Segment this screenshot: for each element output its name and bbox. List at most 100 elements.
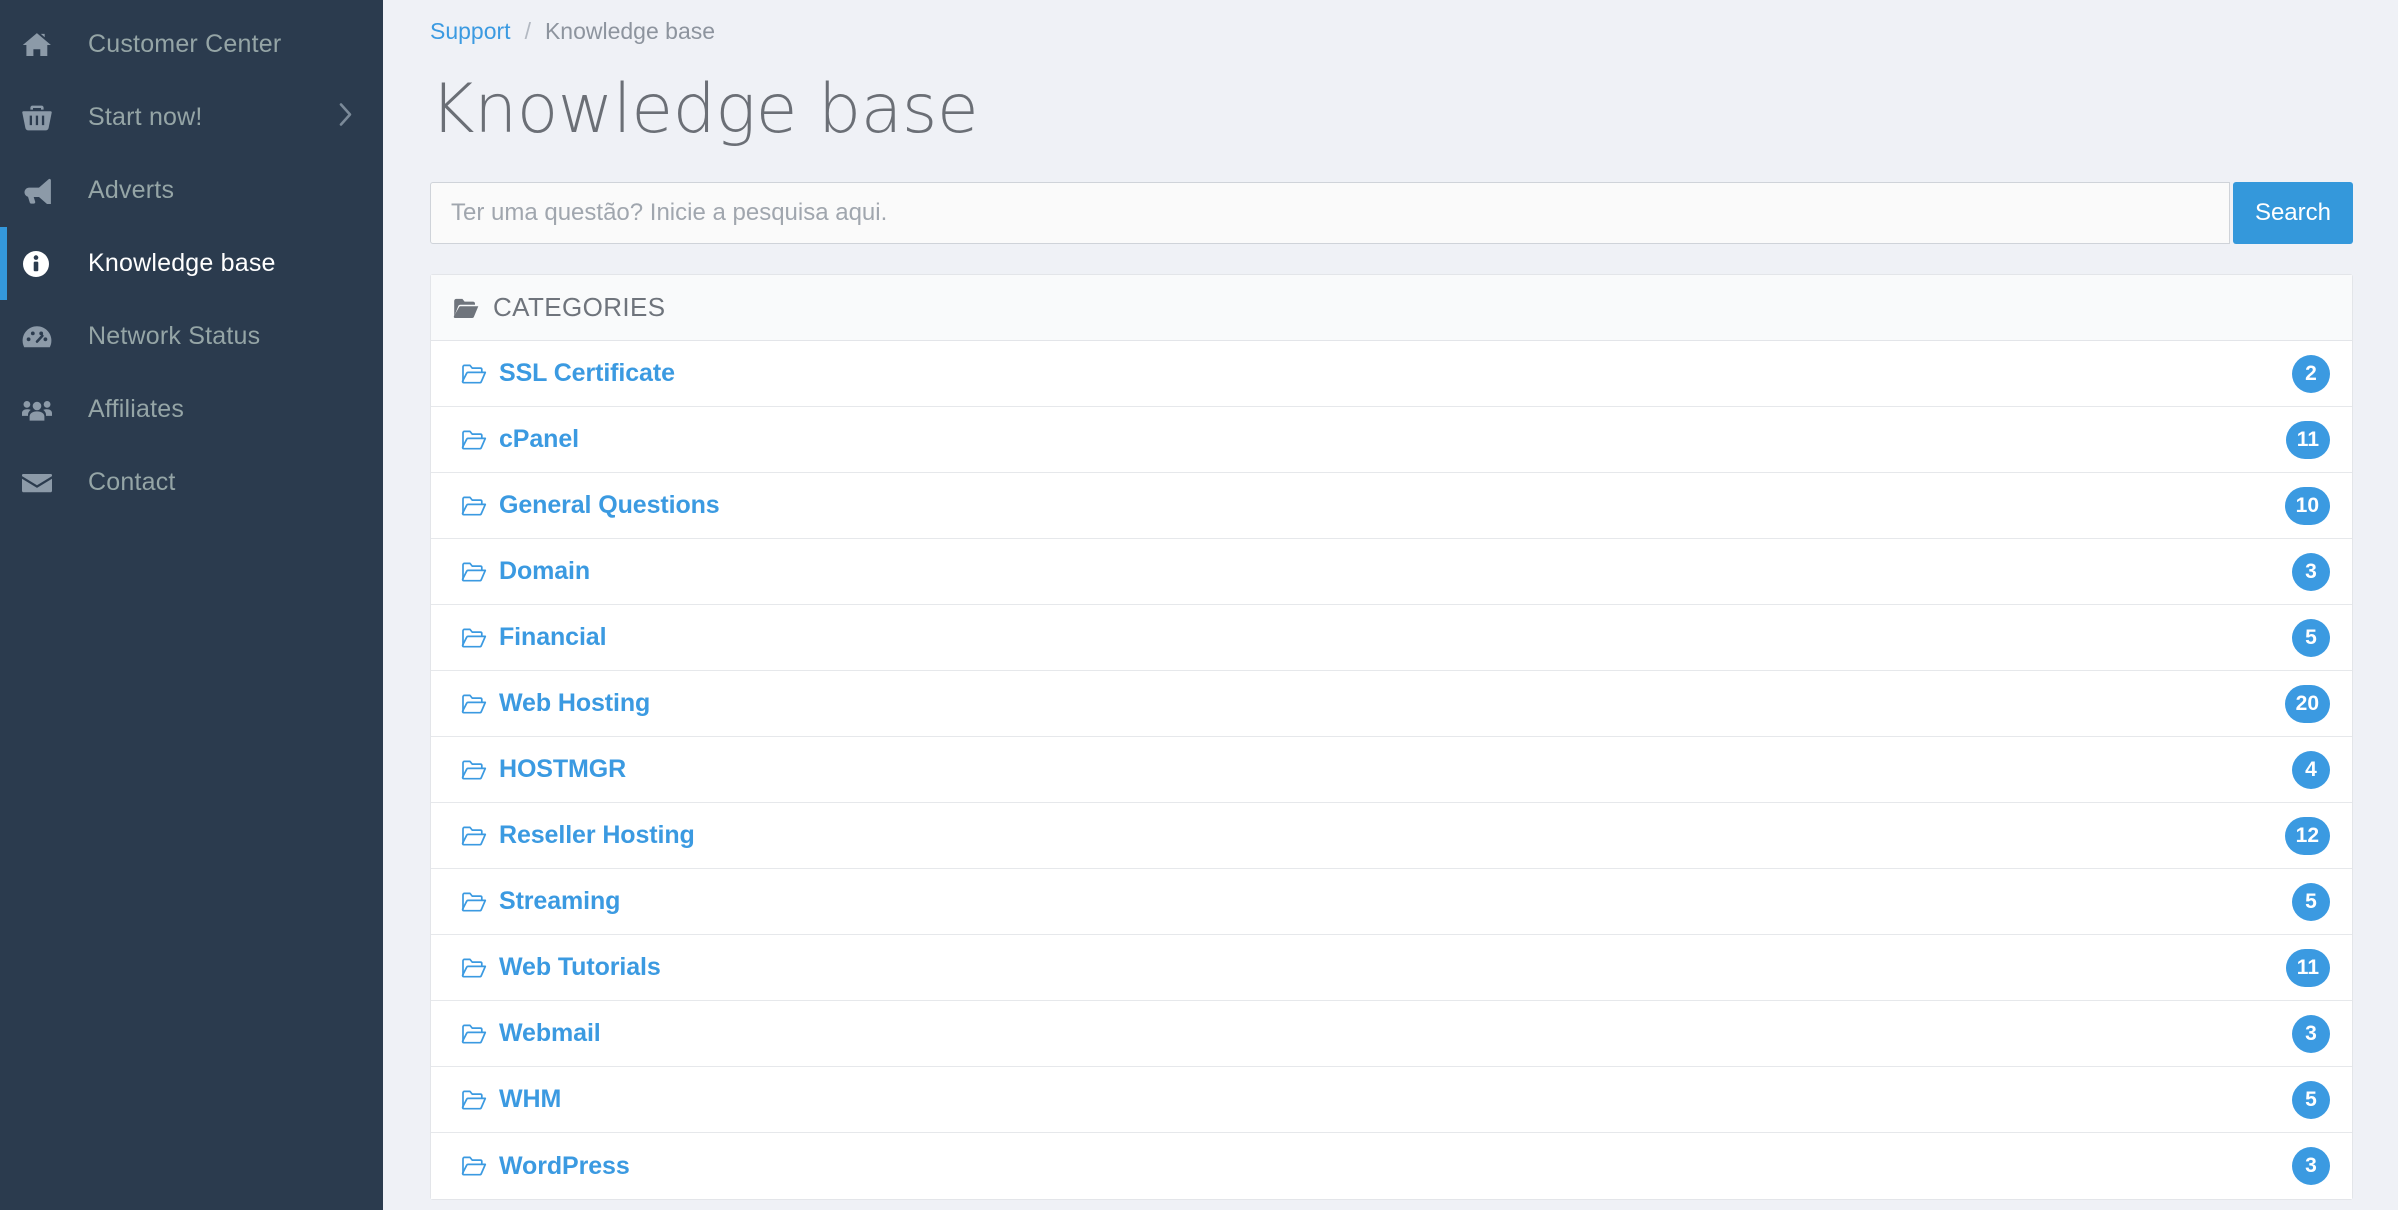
breadcrumb-current: Knowledge base (544, 18, 716, 44)
category-count-badge: 10 (2284, 486, 2330, 525)
sidebar-item-label: Adverts (88, 176, 175, 204)
category-name: cPanel (499, 425, 580, 453)
sidebar-item-label: Network Status (88, 322, 261, 350)
category-count-badge: 3 (2292, 552, 2330, 591)
category-row[interactable]: General Questions 10 (431, 473, 2352, 539)
category-row[interactable]: Reseller Hosting 12 (431, 803, 2352, 869)
category-link[interactable]: Streaming (461, 887, 2292, 916)
folder-icon (453, 297, 479, 319)
sidebar: Customer Center Start now! Adverts Knowledg… (0, 0, 383, 1210)
category-name: Web Tutorials (499, 953, 661, 981)
sidebar-item-adverts[interactable]: Adverts (0, 154, 383, 227)
search-input[interactable] (430, 182, 2230, 244)
category-count-badge: 4 (2292, 750, 2330, 789)
page-title: Knowledge base (430, 70, 979, 149)
category-count-badge: 3 (2292, 1014, 2330, 1053)
folder-open-icon (461, 561, 487, 583)
category-name: Web Hosting (499, 689, 651, 717)
category-row[interactable]: Webmail 3 (431, 1001, 2352, 1067)
category-row[interactable]: WordPress 3 (431, 1133, 2352, 1199)
categories-panel-title: CATEGORIES (493, 292, 666, 322)
category-row[interactable]: Domain 3 (431, 539, 2352, 605)
category-name: Webmail (499, 1019, 601, 1047)
category-name: Domain (499, 557, 591, 585)
folder-open-icon (461, 1089, 487, 1111)
category-count-badge: 12 (2284, 816, 2330, 855)
users-icon (22, 398, 70, 422)
category-name: Financial (499, 623, 607, 651)
folder-open-icon (461, 495, 487, 517)
category-row[interactable]: cPanel 11 (431, 407, 2352, 473)
category-row[interactable]: WHM 5 (431, 1067, 2352, 1133)
category-link[interactable]: WHM (461, 1085, 2292, 1114)
category-link[interactable]: WordPress (461, 1152, 2292, 1181)
sidebar-item-label: Customer Center (88, 30, 282, 58)
category-row[interactable]: SSL Certificate 2 (431, 341, 2352, 407)
category-link[interactable]: HOSTMGR (461, 755, 2292, 784)
category-link[interactable]: General Questions (461, 491, 2285, 520)
sidebar-item-label: Contact (88, 468, 176, 496)
folder-open-icon (461, 1155, 487, 1177)
category-name: SSL Certificate (499, 359, 675, 387)
categories-panel-header: CATEGORIES (431, 275, 2352, 341)
breadcrumb-separator: / (524, 18, 531, 44)
category-count-badge: 5 (2292, 618, 2330, 657)
main-content: Support / Knowledge base Knowledge base … (383, 0, 2398, 1210)
sidebar-item-customer-center[interactable]: Customer Center (0, 8, 383, 81)
category-link[interactable]: Domain (461, 557, 2292, 586)
category-row[interactable]: Web Hosting 20 (431, 671, 2352, 737)
sidebar-item-network-status[interactable]: Network Status (0, 300, 383, 373)
folder-open-icon (461, 891, 487, 913)
sidebar-item-label: Affiliates (88, 395, 185, 423)
category-name: Reseller Hosting (499, 821, 695, 849)
category-row[interactable]: Web Tutorials 11 (431, 935, 2352, 1001)
category-name: WordPress (499, 1151, 630, 1180)
category-name: WHM (499, 1085, 562, 1113)
category-count-badge: 11 (2285, 948, 2330, 987)
basket-icon (22, 104, 70, 132)
categories-panel: CATEGORIES SSL Certificate 2 cPanel 11 Gener… (430, 274, 2353, 1200)
category-link[interactable]: Reseller Hosting (461, 821, 2285, 850)
category-link[interactable]: Web Hosting (461, 689, 2285, 718)
search-button[interactable]: Search (2232, 182, 2353, 244)
category-count-badge: 3 (2292, 1147, 2330, 1185)
sidebar-item-knowledge-base[interactable]: Knowledge base (0, 227, 383, 300)
sidebar-item-label: Knowledge base (88, 249, 276, 277)
category-row[interactable]: HOSTMGR 4 (431, 737, 2352, 803)
bullhorn-icon (22, 178, 70, 204)
category-count-badge: 11 (2285, 420, 2330, 459)
category-row[interactable]: Financial 5 (431, 605, 2352, 671)
sidebar-item-label: Start now! (88, 103, 203, 131)
folder-open-icon (461, 693, 487, 715)
category-link[interactable]: SSL Certificate (461, 359, 2292, 388)
category-name: General Questions (499, 491, 720, 519)
dashboard-icon (22, 324, 70, 350)
sidebar-item-contact[interactable]: Contact (0, 446, 383, 519)
folder-open-icon (461, 1023, 487, 1045)
folder-open-icon (461, 759, 487, 781)
folder-open-icon (461, 825, 487, 847)
category-row[interactable]: Streaming 5 (431, 869, 2352, 935)
sidebar-item-affiliates[interactable]: Affiliates (0, 373, 383, 446)
category-link[interactable]: cPanel (461, 425, 2286, 454)
category-count-badge: 5 (2292, 1080, 2330, 1119)
search-bar: Search (408, 182, 2353, 244)
folder-open-icon (461, 429, 487, 451)
folder-open-icon (461, 627, 487, 649)
category-link[interactable]: Financial (461, 623, 2292, 652)
folder-open-icon (461, 363, 487, 385)
app-root: Customer Center Start now! Adverts Knowledg… (0, 0, 2398, 1210)
category-link[interactable]: Web Tutorials (461, 953, 2286, 982)
home-icon (22, 31, 70, 58)
info-circle-icon (22, 250, 70, 278)
category-name: HOSTMGR (499, 755, 627, 783)
category-count-badge: 5 (2292, 882, 2330, 921)
categories-list: SSL Certificate 2 cPanel 11 General Question… (431, 341, 2352, 1199)
sidebar-item-start-now[interactable]: Start now! (0, 81, 383, 154)
category-link[interactable]: Webmail (461, 1019, 2292, 1048)
category-count-badge: 20 (2284, 684, 2330, 723)
folder-open-icon (461, 957, 487, 979)
breadcrumb-link-support[interactable]: Support (430, 18, 511, 45)
category-name: Streaming (499, 887, 621, 915)
breadcrumb: Support / Knowledge base (408, 0, 2353, 45)
